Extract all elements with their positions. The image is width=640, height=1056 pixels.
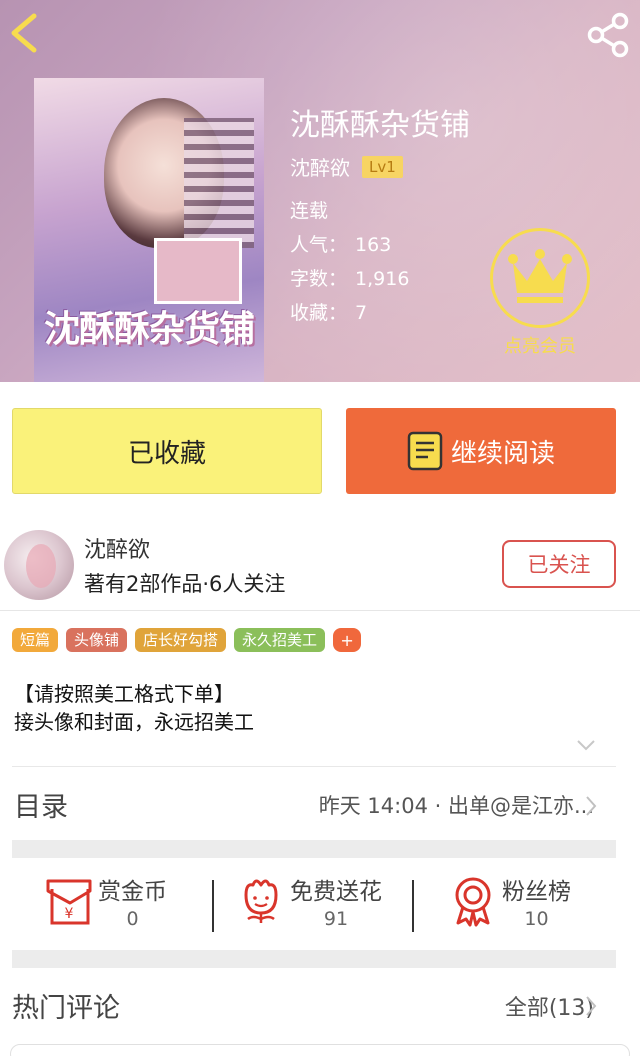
- tag-item[interactable]: 短篇: [12, 628, 59, 652]
- svg-text:¥: ¥: [65, 906, 74, 922]
- reward-fans[interactable]: 粉丝榜 10: [448, 872, 571, 930]
- divider: [12, 766, 616, 767]
- comment-card[interactable]: [10, 1044, 630, 1056]
- book-intro: 【请按照美工格式下单】 接头像和封面，永远招美工: [14, 680, 254, 736]
- reward-label: 免费送花: [290, 879, 382, 905]
- cover-inset-photo: [154, 238, 242, 304]
- reward-flowers[interactable]: 免费送花 91: [236, 872, 382, 930]
- author-stats: 著有2部作品·6人关注: [84, 572, 286, 596]
- reward-coins[interactable]: ¥ 赏金币 0: [44, 872, 167, 930]
- cover-title: 沈酥酥杂货铺: [43, 308, 255, 350]
- favorites-line: 收藏： 7: [290, 298, 367, 325]
- flower-icon: [244, 879, 278, 923]
- author-row: 沈醉欲 Lv1: [290, 152, 403, 181]
- word-count-value: 1,916: [355, 268, 410, 290]
- author-avatar[interactable]: [4, 530, 74, 600]
- section-separator: [12, 840, 616, 858]
- collected-label: 已收藏: [127, 438, 206, 469]
- continue-reading-button[interactable]: 继续阅读: [346, 408, 616, 494]
- medal-icon: [455, 877, 491, 927]
- reward-value: 0: [126, 908, 139, 930]
- word-count-label: 字数：: [290, 268, 348, 290]
- back-arrow-icon[interactable]: [6, 10, 42, 56]
- author-block-name[interactable]: 沈醉欲: [84, 532, 150, 564]
- catalog-title[interactable]: 目录: [14, 785, 68, 824]
- add-tag-button[interactable]: +: [333, 628, 362, 652]
- crown-icon: [508, 249, 572, 303]
- hot-comments-title: 热门评论: [12, 993, 120, 1024]
- level-badge: Lv1: [362, 155, 403, 178]
- divider: [412, 880, 414, 932]
- book-cover[interactable]: 沈酥酥杂货铺: [34, 78, 264, 382]
- intro-line: 【请按照美工格式下单】: [14, 682, 234, 706]
- popularity-value: 163: [355, 234, 392, 256]
- share-icon[interactable]: [586, 12, 632, 58]
- tag-item[interactable]: 头像铺: [66, 628, 128, 652]
- divider: [0, 610, 640, 611]
- vip-button[interactable]: [490, 228, 590, 328]
- book-title: 沈酥酥杂货铺: [290, 108, 470, 143]
- vip-label[interactable]: 点亮会员: [470, 332, 610, 358]
- follow-label: 已关注: [527, 553, 591, 577]
- book-icon: [407, 431, 443, 471]
- follow-button[interactable]: 已关注: [502, 540, 616, 588]
- cover-building: [184, 118, 254, 248]
- all-comments-link[interactable]: 全部(13): [505, 990, 594, 1022]
- section-separator: [12, 950, 616, 968]
- reward-label: 赏金币: [98, 879, 167, 905]
- tag-item[interactable]: 永久招美工: [234, 628, 326, 652]
- collected-button[interactable]: 已收藏: [12, 408, 322, 494]
- popularity-label: 人气：: [290, 234, 348, 256]
- popularity-line: 人气： 163: [290, 230, 391, 257]
- serial-status: 连载: [290, 200, 329, 222]
- red-envelope-icon: ¥: [46, 879, 92, 925]
- favorites-label: 收藏：: [290, 302, 348, 324]
- reward-label: 粉丝榜: [502, 879, 571, 905]
- tag-item[interactable]: 店长好勾搭: [135, 628, 227, 652]
- chevron-right-icon[interactable]: [584, 794, 598, 818]
- reward-value: 91: [323, 908, 349, 930]
- word-count-line: 字数： 1,916: [290, 264, 409, 291]
- chevron-down-icon[interactable]: [574, 736, 598, 754]
- continue-reading-label: 继续阅读: [450, 438, 555, 469]
- intro-line: 接头像和封面，永远招美工: [14, 710, 254, 734]
- author-name[interactable]: 沈醉欲: [290, 152, 350, 181]
- chevron-right-icon[interactable]: [584, 994, 598, 1018]
- reward-value: 10: [524, 908, 549, 930]
- latest-chapter[interactable]: 昨天 14:04 · 出单@是江亦...: [319, 790, 594, 820]
- favorites-value: 7: [355, 302, 368, 324]
- book-header: 沈酥酥杂货铺 沈酥酥杂货铺 沈醉欲 Lv1 连载 人气： 163 字数： 1,916…: [0, 0, 640, 382]
- tag-list: 短篇 头像铺 店长好勾搭 永久招美工 +: [12, 628, 362, 652]
- divider: [212, 880, 214, 932]
